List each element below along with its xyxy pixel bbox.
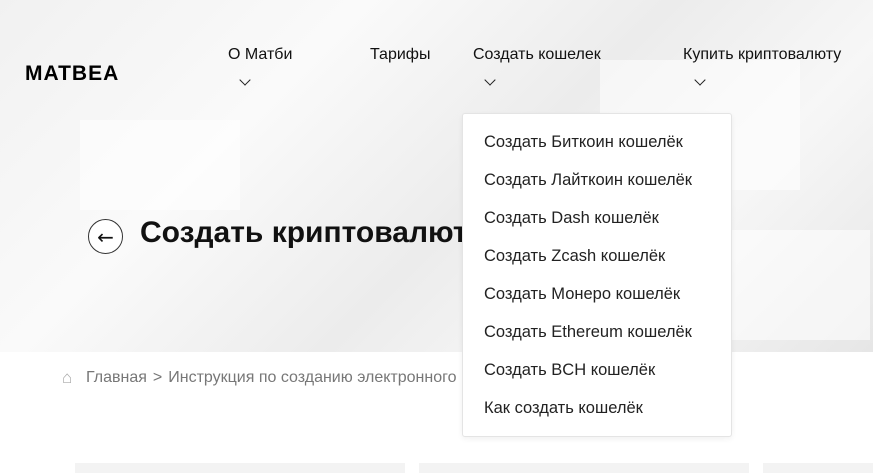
menu-item-dash[interactable]: Создать Dash кошелёк: [463, 206, 731, 244]
menu-item-bitcoin[interactable]: Создать Биткоин кошелёк: [463, 130, 731, 168]
menu-item-zcash[interactable]: Создать Zcash кошелёк: [463, 244, 731, 282]
logo[interactable]: MATBEA: [25, 62, 119, 86]
menu-item-litecoin[interactable]: Создать Лайткоин кошелёк: [463, 168, 731, 206]
card: [763, 463, 873, 473]
nav-buy-crypto[interactable]: Купить криптовалюту: [683, 46, 841, 64]
home-icon[interactable]: ⌂: [62, 369, 80, 387]
breadcrumb-separator: >: [152, 369, 163, 386]
page-title: Создать криптовалюту: [140, 216, 470, 249]
create-wallet-dropdown: Создать Биткоин кошелёк Создать Лайткоин…: [462, 113, 732, 437]
back-button[interactable]: ←: [88, 219, 123, 254]
menu-item-how-to[interactable]: Как создать кошелёк: [463, 396, 731, 434]
card: [419, 463, 749, 473]
menu-item-ethereum[interactable]: Создать Ethereum кошелёк: [463, 320, 731, 358]
card: [75, 463, 405, 473]
nav-tariffs[interactable]: Тарифы: [370, 46, 430, 64]
nav-about[interactable]: О Матби: [228, 46, 292, 64]
menu-item-bch[interactable]: Создать BCH кошелёк: [463, 358, 731, 396]
arrow-left-icon: ←: [97, 224, 114, 249]
nav-create-wallet[interactable]: Создать кошелек: [473, 46, 601, 64]
breadcrumb-home[interactable]: Главная: [86, 369, 147, 387]
menu-item-monero[interactable]: Создать Монеро кошелёк: [463, 282, 731, 320]
